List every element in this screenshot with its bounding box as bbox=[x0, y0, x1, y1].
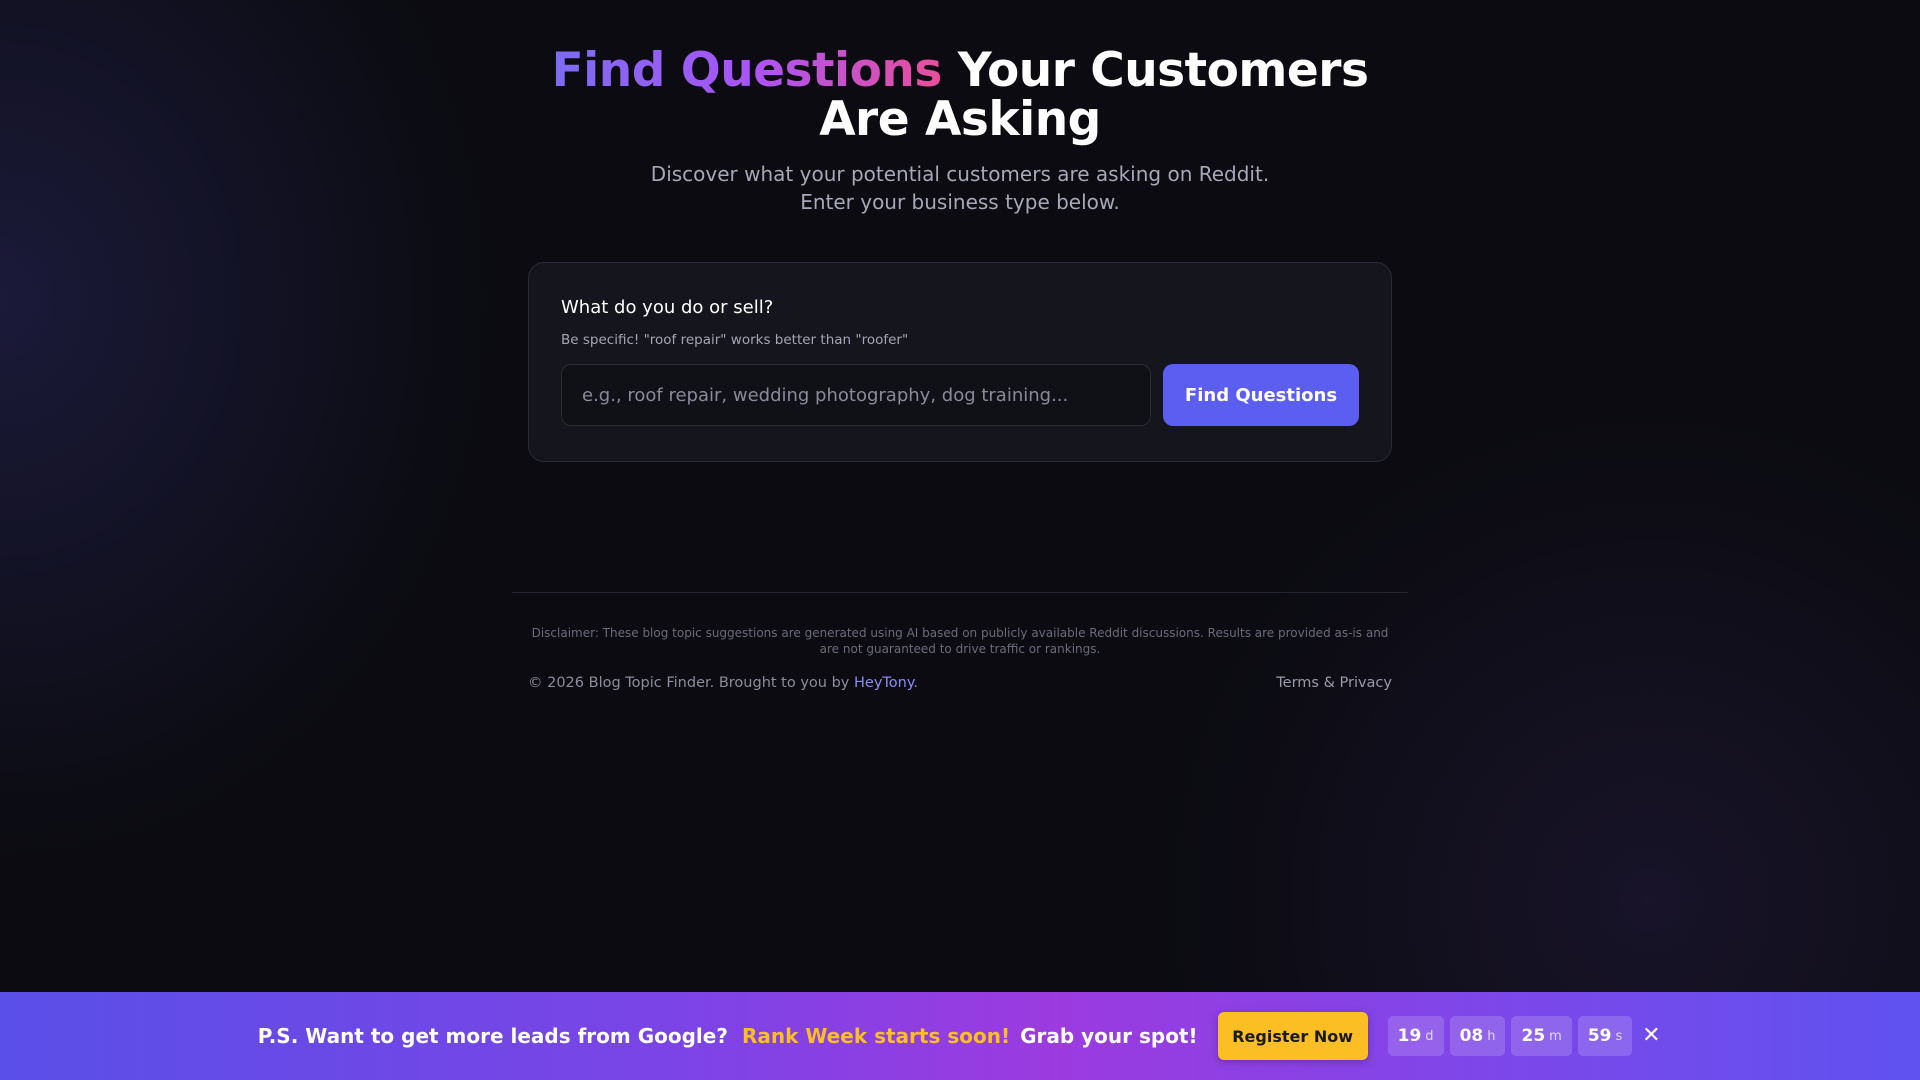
footer: © 2026 Blog Topic Finder. Brought to you… bbox=[528, 675, 1392, 691]
countdown-value: 25 bbox=[1521, 1026, 1546, 1046]
banner-highlight: Rank Week starts soon! bbox=[741, 1024, 1011, 1048]
main-content: Find Questions Your Customers Are Asking… bbox=[0, 0, 1920, 691]
heytony-link[interactable]: HeyTony bbox=[854, 675, 913, 691]
promo-banner: P.S. Want to get more leads from Google?… bbox=[0, 992, 1920, 1080]
footer-divider bbox=[512, 592, 1408, 593]
countdown-hours: 08 h bbox=[1449, 1016, 1506, 1056]
form-hint: Be specific! "roof repair" works better … bbox=[561, 332, 909, 348]
countdown-timer: 19 d 08 h 25 m 59 s bbox=[1387, 1016, 1633, 1056]
find-questions-button[interactable]: Find Questions bbox=[1163, 364, 1359, 426]
terms-privacy-link[interactable]: Terms & Privacy bbox=[1276, 675, 1392, 691]
countdown-seconds: 59 s bbox=[1577, 1016, 1633, 1056]
countdown-unit: m bbox=[1549, 1028, 1562, 1044]
copyright: © 2026 Blog Topic Finder. Brought to you… bbox=[528, 675, 918, 691]
countdown-minutes: 25 m bbox=[1511, 1016, 1572, 1056]
form-label: What do you do or sell? bbox=[561, 297, 774, 318]
disclaimer: Disclaimer: These blog topic suggestions… bbox=[531, 626, 1389, 656]
banner-lead: P.S. Want to get more leads from Google? bbox=[257, 1024, 728, 1048]
countdown-value: 08 bbox=[1459, 1026, 1484, 1046]
countdown-value: 59 bbox=[1587, 1026, 1612, 1046]
page-subtitle: Discover what your potential customers a… bbox=[650, 162, 1270, 214]
countdown-unit: d bbox=[1425, 1028, 1434, 1044]
search-row: Find Questions bbox=[561, 364, 1359, 426]
page-title: Find Questions Your Customers Are Asking bbox=[510, 46, 1410, 144]
countdown-days: 19 d bbox=[1387, 1016, 1444, 1056]
search-card: What do you do or sell? Be specific! "ro… bbox=[528, 262, 1392, 462]
close-icon[interactable]: ✕ bbox=[1640, 1025, 1662, 1047]
business-type-input[interactable] bbox=[561, 364, 1151, 426]
countdown-unit: s bbox=[1615, 1028, 1623, 1044]
banner-tail: Grab your spot! bbox=[1020, 1024, 1198, 1048]
register-now-button[interactable]: Register Now bbox=[1217, 1012, 1368, 1060]
copyright-suffix: . bbox=[913, 675, 918, 691]
copyright-text: © 2026 Blog Topic Finder. Brought to you… bbox=[528, 675, 850, 691]
countdown-value: 19 bbox=[1397, 1026, 1422, 1046]
title-highlight: Find Questions bbox=[551, 43, 943, 98]
countdown-unit: h bbox=[1487, 1028, 1496, 1044]
